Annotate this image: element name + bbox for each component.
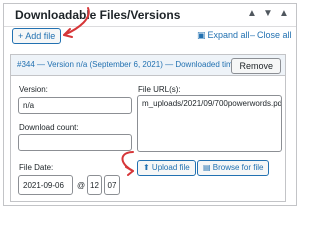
toggle-panel-icon[interactable]: ▲ [278, 7, 290, 21]
browse-for-file-button[interactable]: ▤ Browse for file [197, 160, 270, 176]
upload-file-button[interactable]: ⬆ Upload file [137, 160, 196, 176]
expand-all-label: Expand all [207, 30, 250, 40]
download-count-label: Download count: [19, 123, 79, 132]
download-count-input[interactable] [18, 134, 132, 151]
version-label: Version: [19, 85, 48, 94]
minute-input[interactable]: 07 [104, 175, 120, 195]
file-date-label: File Date: [19, 163, 54, 172]
file-version-title[interactable]: #344 — Version n/a (September 6, 2021) —… [17, 60, 241, 69]
expand-icon: ▣ [197, 30, 206, 40]
version-input[interactable]: n/a [18, 97, 132, 114]
move-up-icon[interactable]: ▲ [246, 7, 258, 21]
hour-input[interactable]: 12 [87, 175, 102, 195]
close-icon: – [250, 30, 256, 40]
panel-header: Downloadable Files/Versions ▲ ▼ ▲ [4, 4, 296, 27]
close-all-link[interactable]: – Close all [250, 30, 292, 40]
file-url-label: File URL(s): [138, 85, 181, 94]
at-separator: @ [77, 181, 86, 190]
close-all-label: Close all [257, 30, 292, 40]
add-file-button[interactable]: + Add file [12, 28, 62, 44]
panel-title: Downloadable Files/Versions [15, 8, 181, 22]
file-version-row[interactable]: #344 — Version n/a (September 6, 2021) —… [10, 54, 286, 76]
move-down-icon[interactable]: ▼ [262, 7, 274, 21]
file-url-textarea[interactable]: m_uploads/2021/09/700powerwords.pdf [137, 95, 282, 152]
file-date-input[interactable]: 2021-09-06 [18, 175, 73, 195]
expand-all-link[interactable]: ▣ Expand all [197, 30, 250, 41]
remove-button[interactable]: Remove [231, 58, 281, 74]
